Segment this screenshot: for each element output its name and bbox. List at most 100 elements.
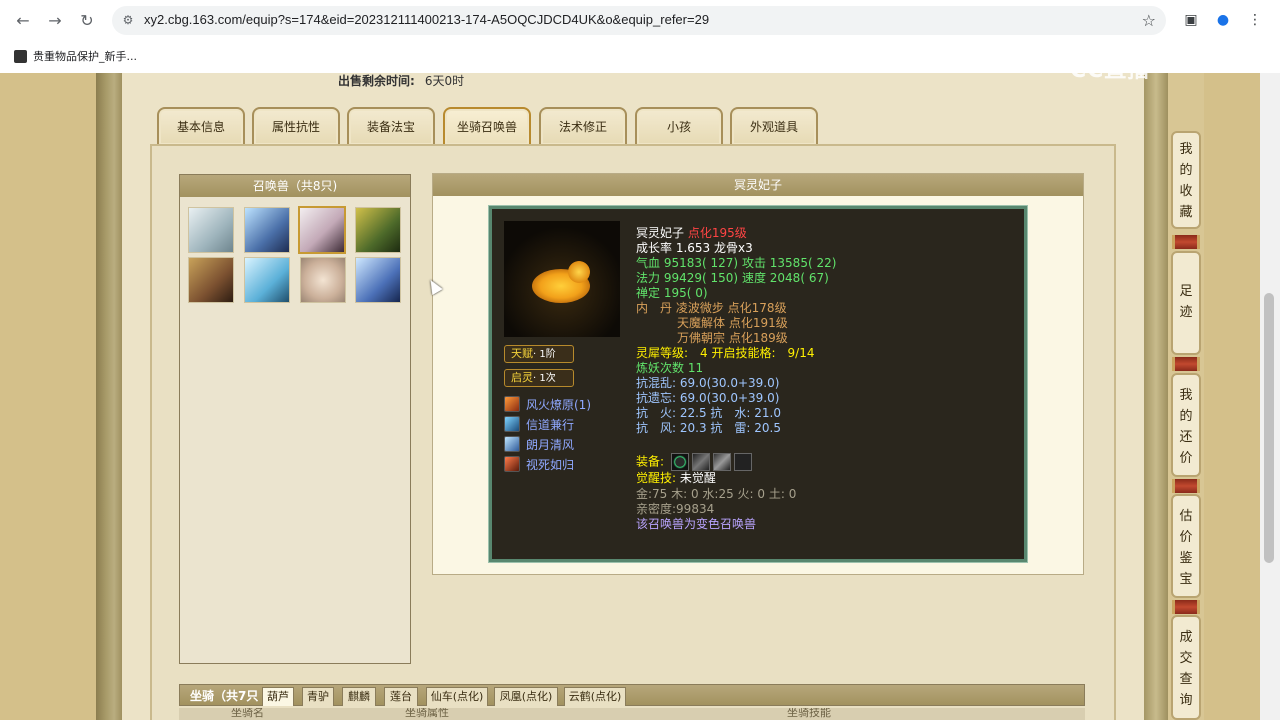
skill-item[interactable]: 视死如归 — [504, 455, 574, 473]
my-counteroffers-button[interactable]: 我的还价 — [1171, 373, 1201, 477]
qiling-badge[interactable]: 启灵· 1次 — [504, 369, 574, 387]
tab-appearance[interactable]: 外观道具 — [730, 107, 818, 145]
forward-icon[interactable]: → — [44, 10, 66, 32]
sidebar-divider — [1172, 235, 1200, 249]
pet-detail-title: 冥灵妃子 — [433, 174, 1083, 196]
mount-col-name: 坐骑名 — [231, 708, 264, 719]
equip-claw-icon[interactable] — [691, 453, 710, 471]
pet-name-line: 冥灵妃子 点化195级 — [636, 226, 747, 241]
neidan-line-1: 内 丹 凌波微步 点化178级 — [636, 301, 787, 315]
qiling-main: 启灵 — [511, 371, 533, 384]
skill-label: 朗月清风 — [526, 437, 575, 452]
pet-thumb-selected[interactable] — [298, 206, 346, 254]
equip-empty-icon[interactable] — [733, 453, 752, 471]
footprints-button[interactable]: 足迹 — [1171, 251, 1201, 355]
pet-thumb[interactable] — [300, 257, 346, 303]
pet-thumb[interactable] — [244, 257, 290, 303]
mount-tab[interactable]: 仙车(点化) — [426, 687, 488, 706]
pet-thumb[interactable] — [355, 257, 401, 303]
elements-line: 金:75 木: 0 水:25 火: 0 土: 0 — [636, 487, 797, 501]
scrollbar-thumb[interactable] — [1264, 293, 1274, 563]
back-icon[interactable]: ← — [12, 10, 34, 32]
res-wind-thunder-line: 抗 风: 20.3 抗 雷: 20.5 — [636, 421, 781, 435]
mount-col-skill: 坐骑技能 — [787, 708, 831, 719]
intimacy-line: 亲密度:99834 — [636, 502, 715, 516]
skill-label: 风火燎原(1) — [526, 397, 591, 412]
tab-equipment[interactable]: 装备法宝 — [347, 107, 435, 145]
wind-skill-icon — [504, 416, 520, 432]
fire-skill-icon — [504, 396, 520, 412]
pet-dianhua: 点化195级 — [687, 226, 747, 240]
address-bar[interactable]: ⚙ xy2.cbg.163.com/equip?s=174&eid=202312… — [112, 6, 1166, 35]
mount-tab[interactable]: 凤凰(点化) — [494, 687, 558, 706]
mount-tab[interactable]: 麒麟 — [342, 687, 376, 706]
res-forget-line: 抗遗忘: 69.0(30.0+39.0) — [636, 391, 780, 405]
pet-portrait — [504, 221, 620, 337]
pet-thumb[interactable] — [355, 207, 401, 253]
talent-main: 天赋 — [511, 347, 533, 360]
skill-label: 信道兼行 — [526, 417, 575, 432]
equip-armor-icon[interactable] — [712, 453, 731, 471]
mount-tab[interactable]: 莲台 — [384, 687, 418, 706]
bookmark-item[interactable]: 贵重物品保护_新手... — [14, 48, 137, 64]
tab-basic-info[interactable]: 基本信息 — [157, 107, 245, 145]
sale-remaining-value: 6天0时 — [424, 74, 465, 88]
equip-ring-icon[interactable] — [670, 453, 689, 471]
pet-thumb[interactable] — [188, 207, 234, 253]
tab-attributes[interactable]: 属性抗性 — [252, 107, 340, 145]
mounts-bar: 坐骑（共7只 葫芦 青驴 麒麟 莲台 仙车(点化) 凤凰(点化) 云鹤(点化) — [179, 684, 1085, 706]
pet-thumb[interactable] — [244, 207, 290, 253]
lingxi-line: 灵犀等级: 4 开启技能格: 9/14 — [636, 346, 815, 360]
skill-item[interactable]: 信道兼行 — [504, 415, 574, 433]
side-panel-icon[interactable]: ▣ — [1181, 10, 1201, 30]
mounts-table-header: 坐骑名 坐骑属性 坐骑技能 — [179, 708, 1085, 720]
talent-sub: · 1阶 — [533, 349, 556, 360]
bookmark-favicon-icon — [14, 49, 27, 63]
awake-line: 觉醒技: 未觉醒 — [636, 471, 716, 485]
variant-line: 该召唤兽为变色召唤兽 — [636, 517, 757, 531]
res-fire-water-line: 抗 火: 22.5 抗 水: 21.0 — [636, 406, 781, 420]
menu-icon[interactable]: ⋮ — [1245, 10, 1265, 30]
lianyao-line: 炼妖次数 11 — [636, 361, 704, 375]
mount-col-attr: 坐骑属性 — [405, 708, 449, 719]
mount-tab[interactable]: 葫芦 — [262, 687, 294, 706]
qiling-sub: · 1次 — [533, 373, 556, 384]
sidebar-divider — [1172, 357, 1200, 371]
neidan-line-2: 天魔解体 点化191级 — [677, 316, 788, 330]
decor-border-right — [1144, 73, 1168, 720]
chan-line: 禅定 195( 0) — [636, 286, 708, 300]
url-text[interactable]: xy2.cbg.163.com/equip?s=174&eid=20231211… — [144, 12, 709, 27]
skill-item[interactable]: 风火燎原(1) — [504, 395, 591, 413]
browser-navbar: ← → ↻ ⚙ xy2.cbg.163.com/equip?s=174&eid=… — [0, 0, 1280, 41]
bookmark-star-icon[interactable]: ☆ — [1142, 11, 1156, 30]
deal-query-button[interactable]: 成交查询 — [1171, 615, 1201, 720]
tab-spell-mod[interactable]: 法术修正 — [539, 107, 627, 145]
sidebar-divider — [1172, 600, 1200, 614]
growth-line: 成长率 1.653 龙骨x3 — [636, 241, 753, 255]
skill-item[interactable]: 朗月清风 — [504, 435, 574, 453]
sale-remaining: 出售剩余时间: 6天0时 — [338, 72, 464, 89]
talent-badge[interactable]: 天赋· 1阶 — [504, 345, 574, 363]
mount-tab[interactable]: 云鹤(点化) — [564, 687, 626, 706]
moon-skill-icon — [504, 436, 520, 452]
equip-line: 装备: — [636, 453, 752, 471]
neidan-line-3: 万佛朝宗 点化189级 — [677, 331, 788, 345]
pet-thumb[interactable] — [188, 257, 234, 303]
decor-border-left — [96, 73, 122, 720]
hp-atk-line: 气血 95183( 127) 攻击 13585( 22) — [636, 256, 837, 270]
pet-figure-head-icon — [568, 261, 590, 283]
mounts-title: 坐骑（共7只 — [190, 689, 259, 703]
skill-label: 视死如归 — [526, 457, 575, 472]
reload-icon[interactable]: ↻ — [76, 10, 98, 32]
pet-name: 冥灵妃子 — [636, 226, 685, 240]
site-info-icon[interactable]: ⚙ — [120, 12, 136, 28]
appraisal-button[interactable]: 估价鉴宝 — [1171, 494, 1201, 598]
tab-child[interactable]: 小孩 — [635, 107, 723, 145]
cc-live-watermark: CC直播 — [1070, 58, 1151, 83]
death-skill-icon — [504, 456, 520, 472]
profile-icon[interactable]: ● — [1213, 10, 1233, 30]
equip-label: 装备: — [636, 454, 665, 469]
mount-tab[interactable]: 青驴 — [302, 687, 334, 706]
my-favorites-button[interactable]: 我的收藏 — [1171, 131, 1201, 229]
tab-mounts-pets[interactable]: 坐骑召唤兽 — [443, 107, 531, 145]
